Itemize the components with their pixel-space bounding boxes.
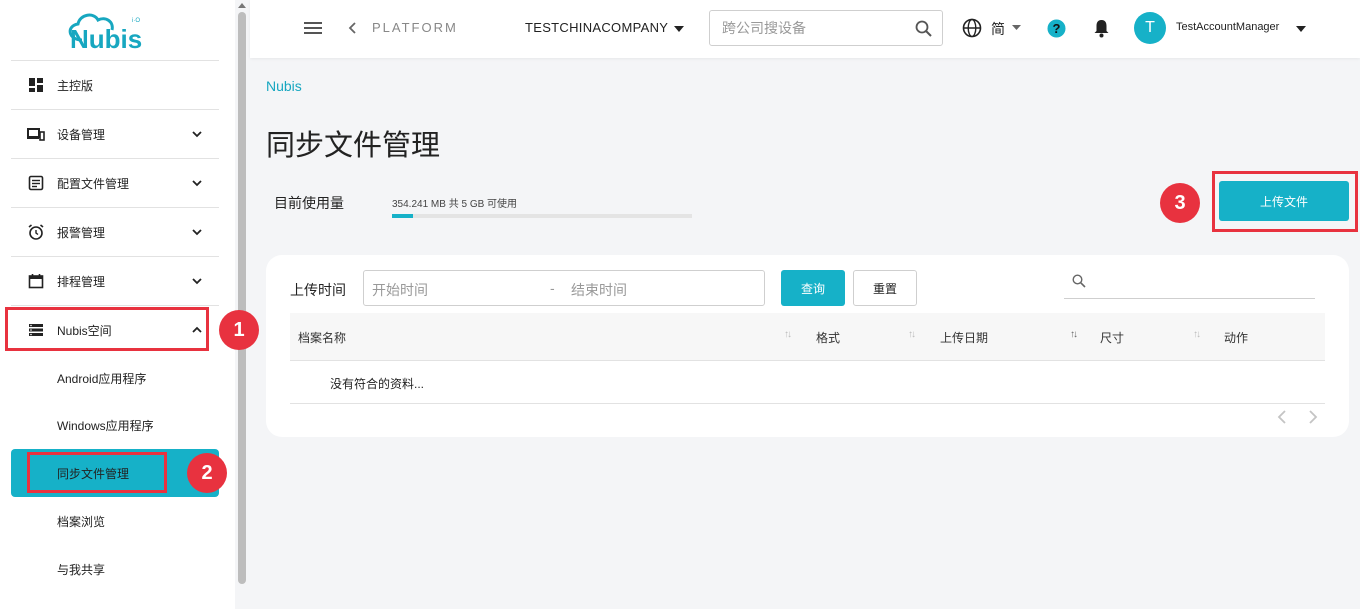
sidebar-item-label: 排程管理 — [57, 274, 106, 289]
breadcrumb[interactable]: Nubis — [266, 78, 302, 94]
sidebar-subitem-label: 档案浏览 — [57, 514, 106, 529]
alarm-icon — [27, 223, 45, 241]
sidebar-subitem-file-browser[interactable]: 档案浏览 — [11, 504, 219, 538]
profile-icon — [27, 174, 45, 192]
empty-state-text: 没有符合的资料... — [330, 377, 425, 391]
sidebar-item-dashboard[interactable]: 主控版 — [11, 61, 219, 109]
caret-down-icon[interactable] — [1012, 25, 1021, 30]
file-table-card: 上传时间 开始时间 - 结束时间 查询 重置 档案名称 ↑↓ 格式 ↑↓ 上传日… — [266, 255, 1349, 437]
help-icon[interactable]: ? — [1047, 19, 1066, 38]
column-header-upload-date[interactable]: 上传日期 — [940, 329, 988, 346]
sidebar-item-label: 设备管理 — [57, 127, 106, 142]
search-icon — [1072, 274, 1086, 288]
svg-text:i·O: i·O — [132, 18, 140, 24]
dashboard-icon — [27, 76, 45, 94]
storage-usage-text: 354.241 MB 共 5 GB 可使用 — [392, 199, 518, 210]
query-button[interactable]: 查询 — [781, 270, 845, 306]
storage-usage-label: 目前使用量 — [274, 195, 344, 211]
annotation-badge-2: 2 — [187, 453, 227, 493]
sidebar-subitem-label: 与我共享 — [57, 562, 106, 577]
svg-text:?: ? — [1053, 21, 1061, 36]
top-bar: PLATFORM TESTCHINACOMPANY 简 ? T TestAcco… — [250, 0, 1360, 58]
sidebar-subitem-shared-with-me[interactable]: 与我共享 — [11, 552, 219, 586]
upload-time-label: 上传时间 — [290, 282, 346, 298]
sidebar-item-devices[interactable]: 设备管理 — [11, 110, 219, 158]
scroll-up-arrow-icon[interactable] — [236, 0, 248, 10]
sidebar-subitem-android-apps[interactable]: Android应用程序 — [11, 361, 219, 395]
svg-text:Nubis: Nubis — [70, 24, 142, 52]
sort-icon[interactable]: ↑↓ — [784, 329, 792, 340]
sidebar-subitem-label: Android应用程序 — [57, 371, 147, 386]
date-range-picker[interactable]: 开始时间 - 结束时间 — [363, 270, 765, 306]
annotation-badge-1: 1 — [219, 310, 259, 350]
calendar-icon — [27, 272, 45, 290]
search-icon[interactable] — [915, 20, 932, 37]
nubis-logo[interactable]: Nubis i·O — [60, 8, 155, 52]
chevron-down-icon — [192, 229, 202, 236]
pager-next-icon[interactable] — [1308, 410, 1318, 424]
sidebar-item-schedule[interactable]: 排程管理 — [11, 257, 219, 305]
annotation-highlight-2 — [27, 452, 167, 493]
sidebar-subitem-label: Windows应用程序 — [57, 418, 154, 433]
reset-button[interactable]: 重置 — [853, 270, 917, 306]
sort-icon[interactable]: ↑↓ — [1193, 329, 1201, 340]
chevron-down-icon — [192, 180, 202, 187]
date-range-separator: - — [550, 280, 555, 296]
sidebar-scrollbar[interactable] — [238, 12, 246, 584]
device-search-input[interactable] — [710, 11, 900, 45]
column-header-format[interactable]: 格式 — [816, 329, 840, 346]
user-avatar[interactable]: T — [1134, 12, 1166, 44]
notification-bell-icon[interactable] — [1093, 18, 1110, 38]
table-empty-row: 没有符合的资料... — [290, 361, 1325, 404]
globe-icon[interactable] — [962, 18, 982, 38]
company-selector[interactable]: TESTCHINACOMPANY — [525, 20, 668, 35]
annotation-highlight-3 — [1212, 171, 1358, 232]
language-selector[interactable]: 简 — [991, 19, 1005, 39]
table-header: 档案名称 ↑↓ 格式 ↑↓ 上传日期 ↑↓ 尺寸 ↑↓ 动作 — [290, 313, 1325, 361]
sidebar-subitem-windows-apps[interactable]: Windows应用程序 — [11, 408, 219, 442]
chevron-down-icon — [192, 278, 202, 285]
end-time-input[interactable]: 结束时间 — [571, 280, 627, 300]
caret-down-icon[interactable] — [674, 26, 684, 32]
sort-icon[interactable]: ↑↓ — [908, 329, 916, 340]
pager-prev-icon[interactable] — [1277, 410, 1287, 424]
sidebar-item-label: 报警管理 — [57, 225, 106, 240]
annotation-highlight-1 — [5, 307, 209, 351]
annotation-badge-3: 3 — [1160, 183, 1200, 223]
devices-icon — [27, 125, 45, 143]
user-name[interactable]: TestAccountManager — [1176, 21, 1279, 33]
page-title: 同步文件管理 — [266, 130, 441, 162]
device-search-box — [709, 10, 943, 46]
table-search-field[interactable] — [1064, 269, 1315, 299]
sidebar-item-profiles[interactable]: 配置文件管理 — [11, 159, 219, 207]
sidebar: Nubis i·O 主控版 设备管理 配置文件管理 报警管理 排程管理 Nubi… — [0, 0, 235, 609]
caret-down-icon[interactable] — [1296, 26, 1306, 32]
column-header-actions: 动作 — [1224, 331, 1249, 345]
storage-usage-bar — [392, 214, 692, 218]
start-time-input[interactable]: 开始时间 — [372, 280, 428, 300]
sort-icon[interactable]: ↑↓ — [1070, 329, 1078, 340]
column-header-filename[interactable]: 档案名称 — [298, 329, 346, 346]
sidebar-item-label: 主控版 — [57, 78, 94, 93]
column-header-size[interactable]: 尺寸 — [1100, 329, 1124, 346]
sidebar-item-label: 配置文件管理 — [57, 176, 130, 191]
sidebar-item-alarms[interactable]: 报警管理 — [11, 208, 219, 256]
platform-label[interactable]: PLATFORM — [372, 20, 458, 35]
hamburger-menu-icon[interactable] — [304, 21, 322, 35]
chevron-down-icon — [192, 131, 202, 138]
chevron-left-icon[interactable] — [348, 22, 358, 34]
storage-usage-fill — [392, 214, 413, 218]
